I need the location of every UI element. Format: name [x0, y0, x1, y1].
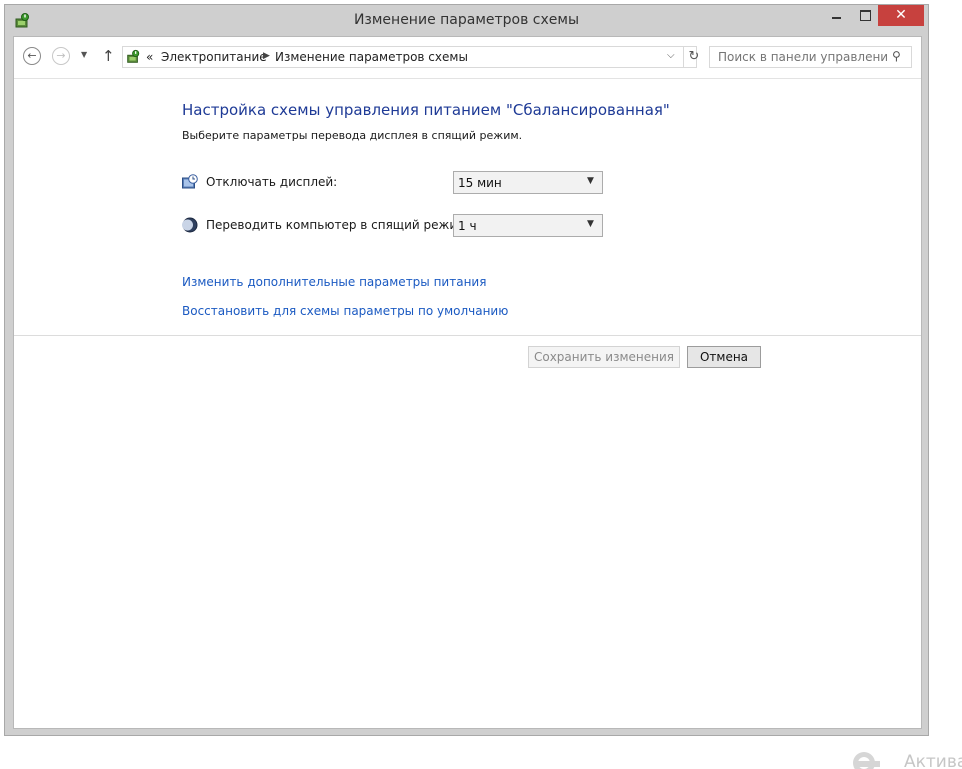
display-clock-icon: [182, 174, 198, 189]
minimize-icon: [831, 17, 841, 19]
windows-activation-icon: [853, 752, 880, 769]
title-bar[interactable]: Изменение параметров схемы ✕: [5, 5, 928, 37]
address-bar[interactable]: « Электропитание ▶ Изменение параметров …: [122, 46, 699, 68]
page-description: Выберите параметры перевода дисплея в сп…: [182, 129, 523, 142]
arrow-up-icon: ↑: [102, 47, 115, 65]
cancel-button[interactable]: Отмена: [687, 346, 761, 368]
maximize-button[interactable]: [852, 5, 878, 26]
advanced-power-settings-link[interactable]: Изменить дополнительные параметры питани…: [182, 275, 486, 289]
restore-defaults-link[interactable]: Восстановить для схемы параметры по умол…: [182, 304, 508, 318]
app-window: Изменение параметров схемы ✕ ← → ▼ ↑ « Э…: [4, 4, 929, 736]
navigation-bar: ← → ▼ ↑ « Электропитание ▶ Изменение пар…: [14, 37, 921, 79]
refresh-icon: ↻: [688, 49, 700, 64]
chevron-down-icon: ▼: [81, 50, 88, 59]
breadcrumb-separator-icon[interactable]: ▶: [263, 51, 270, 61]
breadcrumb-edit-plan[interactable]: Изменение параметров схемы: [275, 50, 468, 64]
address-dropdown-icon[interactable]: ⌵: [667, 50, 675, 61]
forward-button[interactable]: →: [52, 47, 70, 65]
chevron-down-icon: ▼: [587, 176, 594, 186]
turn-off-display-label: Отключать дисплей:: [206, 175, 338, 189]
turn-off-display-select[interactable]: 15 мин ▼: [453, 171, 603, 194]
power-options-icon: [127, 49, 140, 63]
turn-off-display-value: 15 мин: [458, 176, 502, 190]
search-icon[interactable]: ⚲: [892, 49, 901, 63]
close-button[interactable]: ✕: [878, 5, 924, 26]
maximize-icon: [859, 10, 871, 21]
window-title: Изменение параметров схемы: [353, 12, 580, 28]
refresh-button[interactable]: ↻: [683, 47, 701, 67]
arrow-right-icon: →: [56, 49, 66, 62]
breadcrumb-overflow-button[interactable]: «: [146, 50, 153, 64]
sleep-value: 1 ч: [458, 219, 477, 233]
chevron-down-icon: ▼: [587, 219, 594, 229]
breadcrumb-power-options[interactable]: Электропитание: [161, 50, 267, 64]
activation-watermark: Актива: [848, 748, 962, 769]
save-changes-button[interactable]: Сохранить изменения: [528, 346, 680, 368]
minimize-button[interactable]: [823, 5, 849, 26]
recent-locations-button[interactable]: ▼: [81, 50, 87, 59]
activation-text: Актива: [904, 752, 962, 769]
moon-icon: [182, 217, 198, 233]
close-icon: ✕: [895, 7, 907, 23]
page-title: Настройка схемы управления питанием "Сба…: [182, 101, 670, 119]
search-box[interactable]: ⚲: [709, 46, 912, 68]
divider: [14, 335, 921, 336]
up-button[interactable]: ↑: [102, 47, 115, 65]
back-button[interactable]: ←: [23, 47, 41, 65]
arrow-left-icon: ←: [27, 49, 37, 62]
client-area: ← → ▼ ↑ « Электропитание ▶ Изменение пар…: [13, 36, 922, 729]
search-input[interactable]: [718, 50, 888, 64]
sleep-label: Переводить компьютер в спящий режим:: [206, 218, 471, 232]
sleep-select[interactable]: 1 ч ▼: [453, 214, 603, 237]
